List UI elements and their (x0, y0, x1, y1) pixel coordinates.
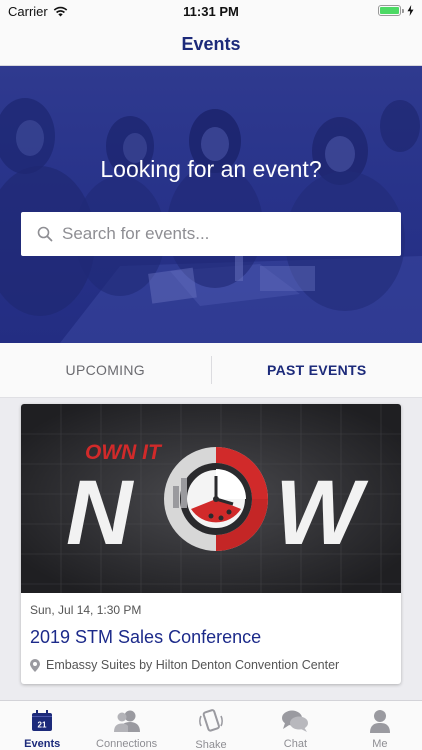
clock-icon (164, 447, 268, 551)
banner-letter-w: W (275, 462, 369, 564)
tab-connections[interactable]: Connections (84, 701, 168, 750)
event-card[interactable]: OWN IT N W Sun, Jul 14, 1:30 PM 2019 STM… (21, 404, 401, 684)
event-filter-tabs: UPCOMING PAST EVENTS (0, 343, 422, 398)
hero-background-photo (0, 98, 422, 343)
people-icon (113, 710, 140, 732)
tab-label-me: Me (372, 738, 388, 750)
tab-chat[interactable]: Chat (253, 701, 337, 750)
tab-shake[interactable]: Shake (169, 701, 253, 750)
charging-bolt-icon (407, 5, 414, 16)
tab-upcoming[interactable]: UPCOMING (0, 356, 212, 384)
person-icon (369, 709, 390, 733)
search-input[interactable] (62, 224, 382, 244)
calendar-day: 21 (38, 720, 47, 729)
event-title[interactable]: 2019 STM Sales Conference (30, 627, 261, 648)
bottom-tab-bar: 21 Events Connections Shake Chat Me (0, 700, 422, 750)
tab-label-connections: Connections (96, 738, 158, 750)
hero-heading: Looking for an event? (100, 156, 322, 182)
event-location: Embassy Suites by Hilton Denton Conventi… (30, 658, 339, 672)
navigation-bar: Events (0, 22, 422, 66)
status-time: 11:31 PM (183, 4, 239, 19)
hero-banner: Looking for an event? (0, 66, 422, 343)
event-banner-image: OWN IT N W (21, 404, 401, 593)
calendar-icon: 21 (32, 709, 53, 731)
tab-label-chat: Chat (283, 738, 308, 750)
tab-label-shake: Shake (195, 739, 227, 750)
tab-me[interactable]: Me (338, 701, 422, 750)
shake-phone-icon (199, 709, 223, 732)
chat-bubbles-icon (282, 710, 309, 732)
event-date: Sun, Jul 14, 1:30 PM (30, 603, 142, 617)
status-bar: Carrier 11:31 PM (0, 0, 422, 22)
banner-tag-text: OWN IT (85, 441, 163, 464)
tab-events[interactable]: 21 Events (0, 701, 84, 750)
event-location-label: Embassy Suites by Hilton Denton Conventi… (46, 658, 340, 672)
tab-past-events[interactable]: PAST EVENTS (212, 343, 422, 397)
page-title: Events (181, 34, 241, 54)
tab-label-events: Events (24, 738, 61, 750)
search-box[interactable] (21, 212, 401, 256)
map-pin-icon (30, 658, 40, 672)
search-icon (37, 226, 53, 242)
battery-icon (378, 5, 414, 16)
banner-letter-n: N (66, 462, 135, 564)
